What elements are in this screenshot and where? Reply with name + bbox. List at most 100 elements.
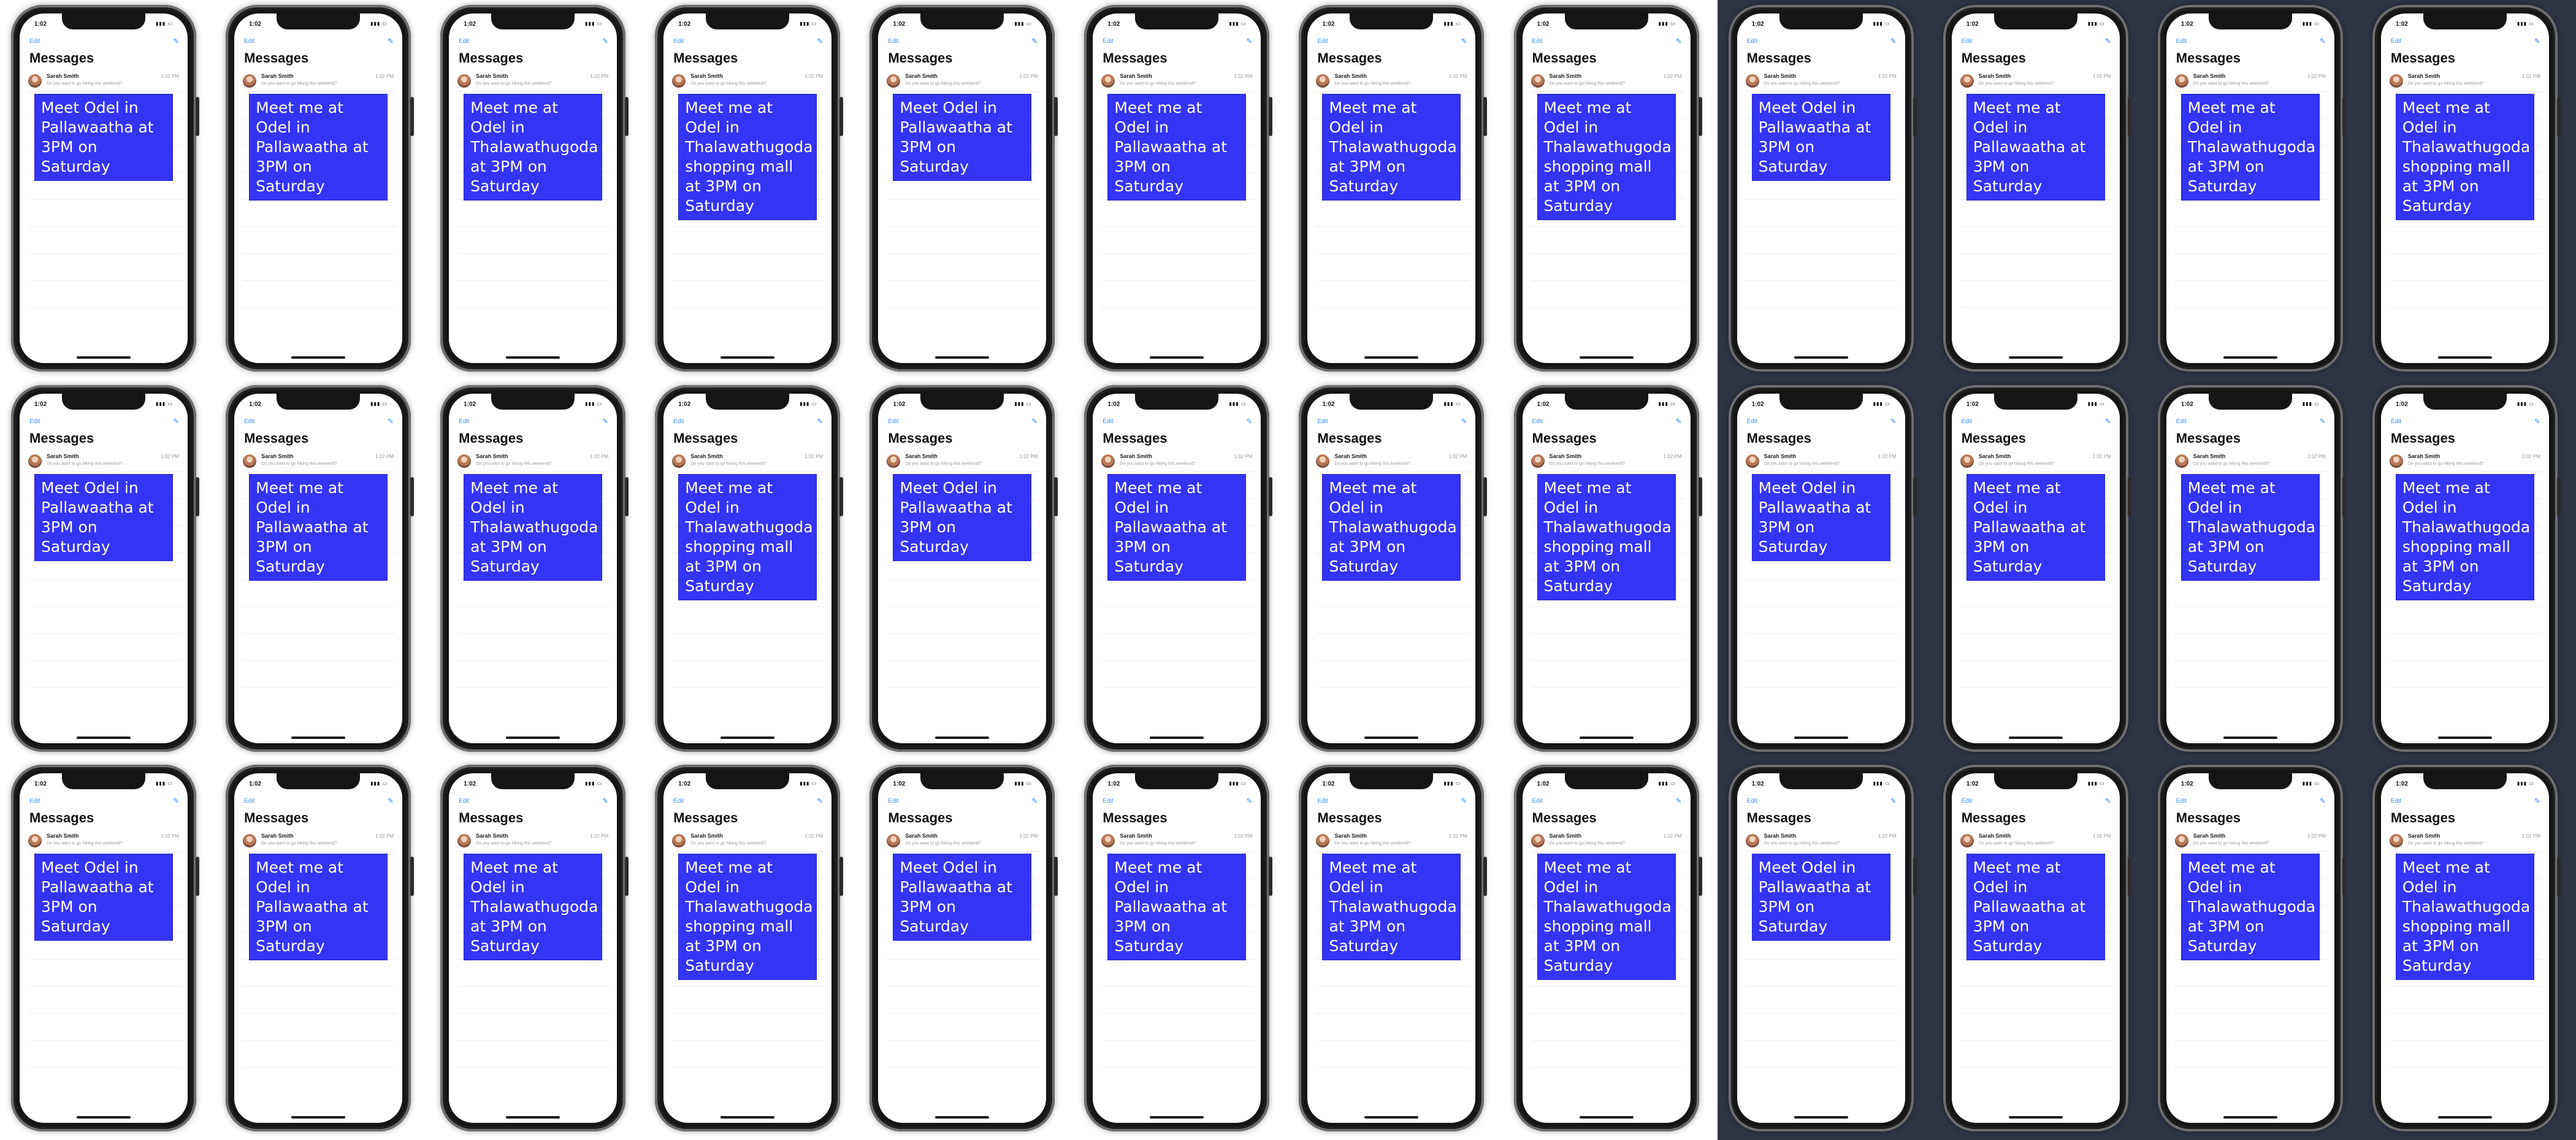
edit-button[interactable]: Edit (1317, 418, 1328, 425)
edit-button[interactable]: Edit (673, 38, 684, 45)
thread-row[interactable]: Sarah Smith 1:02 PM Do you want to go hi… (28, 830, 182, 852)
thread-row[interactable]: Sarah Smith 1:02 PM Do you want to go hi… (1101, 451, 1255, 472)
edit-button[interactable]: Edit (459, 418, 469, 425)
thread-row[interactable]: Sarah Smith 1:02 PM Do you want to go hi… (1960, 71, 2114, 92)
compose-icon[interactable]: ✎ (388, 417, 394, 426)
thread-row[interactable]: Sarah Smith 1:02 PM Do you want to go hi… (457, 830, 611, 852)
compose-icon[interactable]: ✎ (1246, 797, 1252, 805)
edit-button[interactable]: Edit (1103, 418, 1113, 425)
edit-button[interactable]: Edit (1317, 38, 1328, 45)
edit-button[interactable]: Edit (2176, 38, 2187, 45)
edit-button[interactable]: Edit (1532, 798, 1543, 805)
edit-button[interactable]: Edit (1962, 798, 1972, 805)
edit-button[interactable]: Edit (2176, 418, 2187, 425)
thread-row[interactable]: Sarah Smith 1:02 PM Do you want to go hi… (1101, 830, 1255, 852)
compose-icon[interactable]: ✎ (2320, 417, 2326, 426)
edit-button[interactable]: Edit (888, 38, 898, 45)
compose-icon[interactable]: ✎ (173, 417, 179, 426)
compose-icon[interactable]: ✎ (1675, 417, 1681, 426)
thread-row[interactable]: Sarah Smith 1:02 PM Do you want to go hi… (887, 451, 1041, 472)
thread-row[interactable]: Sarah Smith 1:02 PM Do you want to go hi… (1316, 830, 1470, 852)
thread-row[interactable]: Sarah Smith 1:02 PM Do you want to go hi… (1531, 830, 1684, 852)
compose-icon[interactable]: ✎ (1246, 37, 1252, 45)
compose-icon[interactable]: ✎ (173, 37, 179, 45)
compose-icon[interactable]: ✎ (1675, 797, 1681, 805)
edit-button[interactable]: Edit (2176, 798, 2187, 805)
edit-button[interactable]: Edit (1532, 38, 1543, 45)
thread-row[interactable]: Sarah Smith 1:02 PM Do you want to go hi… (243, 71, 397, 92)
thread-row[interactable]: Sarah Smith 1:02 PM Do you want to go hi… (2389, 451, 2543, 472)
edit-button[interactable]: Edit (2391, 798, 2401, 805)
compose-icon[interactable]: ✎ (1890, 37, 1897, 45)
thread-row[interactable]: Sarah Smith 1:02 PM Do you want to go hi… (457, 71, 611, 92)
compose-icon[interactable]: ✎ (817, 797, 823, 805)
compose-icon[interactable]: ✎ (1890, 417, 1897, 426)
thread-row[interactable]: Sarah Smith 1:02 PM Do you want to go hi… (1531, 451, 1684, 472)
thread-row[interactable]: Sarah Smith 1:02 PM Do you want to go hi… (2174, 71, 2328, 92)
compose-icon[interactable]: ✎ (817, 37, 823, 45)
edit-button[interactable]: Edit (673, 798, 684, 805)
compose-icon[interactable]: ✎ (602, 417, 608, 426)
edit-button[interactable]: Edit (29, 418, 40, 425)
compose-icon[interactable]: ✎ (1890, 797, 1897, 805)
edit-button[interactable]: Edit (888, 418, 898, 425)
thread-row[interactable]: Sarah Smith 1:02 PM Do you want to go hi… (28, 451, 182, 472)
compose-icon[interactable]: ✎ (2105, 417, 2111, 426)
edit-button[interactable]: Edit (459, 38, 469, 45)
thread-row[interactable]: Sarah Smith 1:02 PM Do you want to go hi… (2174, 451, 2328, 472)
edit-button[interactable]: Edit (1962, 418, 1972, 425)
thread-row[interactable]: Sarah Smith 1:02 PM Do you want to go hi… (243, 830, 397, 852)
compose-icon[interactable]: ✎ (388, 37, 394, 45)
edit-button[interactable]: Edit (1747, 418, 1757, 425)
thread-row[interactable]: Sarah Smith 1:02 PM Do you want to go hi… (1316, 71, 1470, 92)
thread-row[interactable]: Sarah Smith 1:02 PM Do you want to go hi… (457, 451, 611, 472)
compose-icon[interactable]: ✎ (1031, 37, 1038, 45)
edit-button[interactable]: Edit (1532, 418, 1543, 425)
thread-row[interactable]: Sarah Smith 1:02 PM Do you want to go hi… (672, 71, 826, 92)
compose-icon[interactable]: ✎ (1675, 37, 1681, 45)
edit-button[interactable]: Edit (1747, 798, 1757, 805)
thread-row[interactable]: Sarah Smith 1:02 PM Do you want to go hi… (2174, 830, 2328, 852)
compose-icon[interactable]: ✎ (1031, 797, 1038, 805)
edit-button[interactable]: Edit (459, 798, 469, 805)
thread-row[interactable]: Sarah Smith 1:02 PM Do you want to go hi… (2389, 71, 2543, 92)
thread-row[interactable]: Sarah Smith 1:02 PM Do you want to go hi… (1960, 451, 2114, 472)
compose-icon[interactable]: ✎ (1461, 37, 1467, 45)
compose-icon[interactable]: ✎ (388, 797, 394, 805)
edit-button[interactable]: Edit (1747, 38, 1757, 45)
edit-button[interactable]: Edit (29, 798, 40, 805)
compose-icon[interactable]: ✎ (2320, 37, 2326, 45)
thread-row[interactable]: Sarah Smith 1:02 PM Do you want to go hi… (1745, 451, 1899, 472)
compose-icon[interactable]: ✎ (1031, 417, 1038, 426)
thread-row[interactable]: Sarah Smith 1:02 PM Do you want to go hi… (1101, 71, 1255, 92)
thread-row[interactable]: Sarah Smith 1:02 PM Do you want to go hi… (28, 71, 182, 92)
thread-row[interactable]: Sarah Smith 1:02 PM Do you want to go hi… (1745, 830, 1899, 852)
edit-button[interactable]: Edit (29, 38, 40, 45)
edit-button[interactable]: Edit (1962, 38, 1972, 45)
compose-icon[interactable]: ✎ (602, 797, 608, 805)
compose-icon[interactable]: ✎ (2320, 797, 2326, 805)
thread-row[interactable]: Sarah Smith 1:02 PM Do you want to go hi… (1745, 71, 1899, 92)
compose-icon[interactable]: ✎ (817, 417, 823, 426)
edit-button[interactable]: Edit (1317, 798, 1328, 805)
thread-row[interactable]: Sarah Smith 1:02 PM Do you want to go hi… (2389, 830, 2543, 852)
edit-button[interactable]: Edit (888, 798, 898, 805)
compose-icon[interactable]: ✎ (2105, 37, 2111, 45)
compose-icon[interactable]: ✎ (1246, 417, 1252, 426)
compose-icon[interactable]: ✎ (1461, 797, 1467, 805)
thread-row[interactable]: Sarah Smith 1:02 PM Do you want to go hi… (1960, 830, 2114, 852)
thread-row[interactable]: Sarah Smith 1:02 PM Do you want to go hi… (672, 451, 826, 472)
thread-row[interactable]: Sarah Smith 1:02 PM Do you want to go hi… (672, 830, 826, 852)
edit-button[interactable]: Edit (2391, 418, 2401, 425)
compose-icon[interactable]: ✎ (2534, 37, 2540, 45)
compose-icon[interactable]: ✎ (2105, 797, 2111, 805)
thread-row[interactable]: Sarah Smith 1:02 PM Do you want to go hi… (887, 830, 1041, 852)
edit-button[interactable]: Edit (244, 38, 254, 45)
compose-icon[interactable]: ✎ (602, 37, 608, 45)
edit-button[interactable]: Edit (244, 418, 254, 425)
edit-button[interactable]: Edit (673, 418, 684, 425)
edit-button[interactable]: Edit (1103, 798, 1113, 805)
edit-button[interactable]: Edit (2391, 38, 2401, 45)
thread-row[interactable]: Sarah Smith 1:02 PM Do you want to go hi… (243, 451, 397, 472)
compose-icon[interactable]: ✎ (2534, 417, 2540, 426)
